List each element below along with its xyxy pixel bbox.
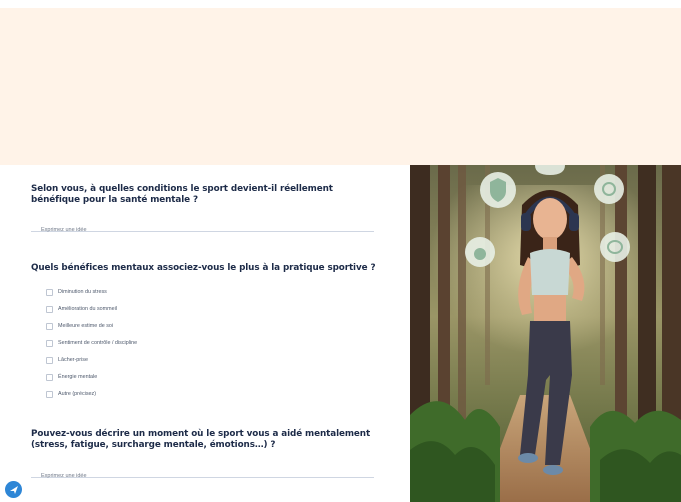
send-icon [9, 485, 18, 494]
question-3-input[interactable] [31, 469, 374, 483]
checkbox[interactable] [46, 305, 53, 313]
top-strip [0, 0, 681, 8]
option-lacher-prise[interactable]: Lâcher-prise [46, 355, 88, 365]
option-label: Diminution du stress [58, 289, 107, 295]
top-banner [0, 0, 681, 165]
question-2-title: Quels bénéfices mentaux associez-vous le… [31, 263, 376, 273]
send-fab-button[interactable] [5, 481, 22, 498]
option-autre[interactable]: Autre (précisez) [46, 389, 96, 399]
option-label: Énergie mentale [58, 374, 98, 380]
option-label: Autre (précisez) [58, 391, 97, 397]
runner-illustration [410, 165, 681, 502]
brain-icon [600, 232, 630, 262]
checkbox[interactable] [46, 322, 53, 330]
option-label: Amélioration du sommeil [58, 306, 118, 312]
checkbox[interactable] [46, 356, 53, 364]
flower-icon [594, 174, 624, 204]
question-3-answer [31, 464, 374, 483]
checkbox[interactable] [46, 288, 53, 296]
question-1-answer [31, 218, 374, 237]
option-label: Meilleure estime de soi [58, 323, 114, 329]
forest-scene [410, 165, 681, 502]
question-3-title: Pouvez-vous décrire un moment où le spor… [31, 429, 371, 450]
question-1-input[interactable] [31, 223, 374, 237]
option-sommeil[interactable]: Amélioration du sommeil [46, 304, 117, 314]
option-label: Sentiment de contrôle / discipline [58, 340, 138, 346]
apple-icon [465, 237, 495, 267]
question-1-title: Selon vous, à quelles conditions le spor… [31, 184, 333, 205]
shield-icon [480, 172, 516, 208]
checkbox[interactable] [46, 373, 53, 381]
survey-form: Selon vous, à quelles conditions le spor… [0, 165, 410, 502]
option-energie[interactable]: Énergie mentale [46, 372, 97, 382]
option-stress[interactable]: Diminution du stress [46, 287, 107, 297]
checkbox[interactable] [46, 390, 53, 398]
option-label: Lâcher-prise [58, 357, 88, 363]
option-controle[interactable]: Sentiment de contrôle / discipline [46, 338, 137, 348]
peach-banner [0, 8, 681, 165]
option-estime[interactable]: Meilleure estime de soi [46, 321, 113, 331]
checkbox[interactable] [46, 339, 53, 347]
